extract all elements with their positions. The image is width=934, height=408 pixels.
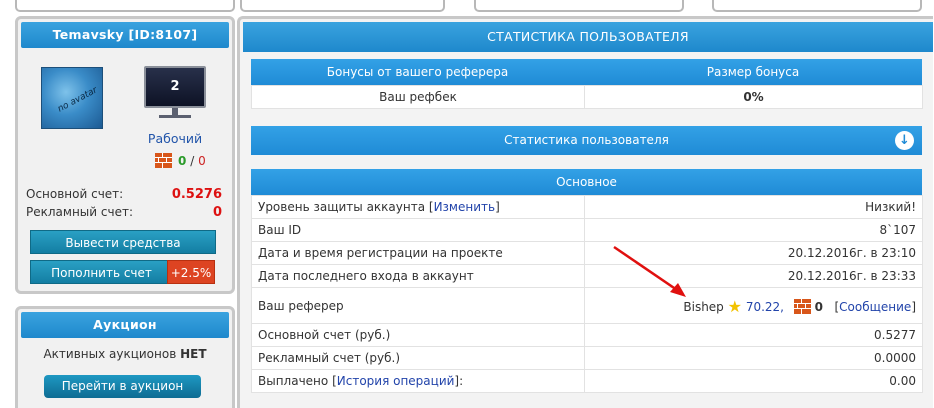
main-account-row: Основной счет: 0.5276 bbox=[26, 187, 222, 202]
avatar-caption: no avatar bbox=[56, 85, 99, 115]
last-login-label: Дата последнего входа в аккаунт bbox=[251, 264, 585, 288]
auction-header: Аукцион bbox=[21, 312, 229, 338]
main-account-label: Основной счет: bbox=[26, 187, 124, 201]
ad-acc-label: Рекламный счет (руб.) bbox=[251, 346, 585, 370]
top-stub-4 bbox=[712, 0, 922, 12]
ad-acc-value: 0.0000 bbox=[584, 346, 923, 370]
brick-counts: 0 / 0 bbox=[178, 154, 206, 168]
main-account-value: 0.5276 bbox=[171, 187, 222, 202]
ad-account-value: 0 bbox=[212, 205, 222, 220]
id-label: Ваш ID bbox=[251, 218, 585, 242]
table-row: Рекламный счет (руб.) 0.0000 bbox=[251, 346, 923, 370]
refback-value: 0% bbox=[584, 85, 923, 109]
bonus-col1: Бонусы от вашего реферера bbox=[326, 65, 509, 79]
bricks-green: 0 bbox=[178, 154, 187, 168]
top-stub-2 bbox=[240, 0, 445, 12]
stats-panel-title: СТАТИСТИКА ПОЛЬЗОВАТЕЛЯ bbox=[243, 22, 933, 52]
top-stub-3 bbox=[474, 0, 684, 12]
referrer-name[interactable]: Bishep bbox=[683, 300, 723, 314]
reg-label: Дата и время регистрации на проекте bbox=[251, 241, 585, 265]
table-row: Ваш рефбек 0% bbox=[251, 85, 923, 109]
brick-icon bbox=[155, 153, 172, 168]
topup-button[interactable]: Пополнить счет bbox=[30, 260, 173, 284]
star-icon: ★ bbox=[727, 297, 742, 316]
referrer-cell: Bishep ★ 70.22, 0 [Сообщение] bbox=[584, 287, 923, 324]
table-row: Дата и время регистрации на проекте 20.1… bbox=[251, 241, 923, 265]
brick-icon bbox=[793, 299, 811, 314]
refback-label: Ваш рефбек bbox=[251, 85, 585, 109]
arrow-down-icon[interactable]: ↓ bbox=[895, 131, 914, 150]
history-link[interactable]: История операций bbox=[337, 374, 455, 388]
security-value: Низкий! bbox=[584, 195, 923, 219]
main-acc-value: 0.5277 bbox=[584, 323, 923, 347]
go-to-auction-button[interactable]: Перейти в аукцион bbox=[44, 375, 201, 398]
user-panel: Temavsky [ID:8107] no avatar 2 Рабочий 0… bbox=[15, 16, 235, 294]
monitor-icon: 2 bbox=[144, 66, 206, 108]
referrer-bricks: 0 bbox=[814, 300, 823, 314]
bonus-header-row: Бонусы от вашего реферера Размер бонуса bbox=[251, 59, 922, 85]
ad-account-row: Рекламный счет: 0 bbox=[26, 205, 222, 220]
top-stub-1 bbox=[15, 0, 235, 12]
security-label: Уровень защиты аккаунта bbox=[258, 200, 426, 214]
stats-panel: СТАТИСТИКА ПОЛЬЗОВАТЕЛЯ Бонусы от вашего… bbox=[237, 16, 933, 408]
withdraw-button[interactable]: Вывести средства bbox=[30, 230, 216, 254]
referrer-rating: 70.22, bbox=[745, 300, 784, 314]
table-row: Выплачено [История операций]: 0.00 bbox=[251, 369, 923, 393]
reg-value: 20.12.2016г. в 23:10 bbox=[584, 241, 923, 265]
active-auctions-value: НЕТ bbox=[180, 347, 207, 361]
monitor-stand bbox=[159, 108, 191, 118]
referrer-message-link[interactable]: Сообщение bbox=[839, 300, 911, 314]
topup-bonus-badge[interactable]: +2.5% bbox=[167, 260, 215, 284]
paid-cell: Выплачено [История операций]: bbox=[251, 369, 585, 393]
active-auctions: Активных аукционов НЕТ bbox=[21, 347, 229, 361]
id-value: 8`107 bbox=[584, 218, 923, 242]
stats-toggle-label: Статистика пользователя bbox=[504, 133, 669, 147]
stats-toggle-bar[interactable]: Статистика пользователя ↓ bbox=[251, 126, 922, 155]
paid-label: Выплачено bbox=[258, 374, 329, 388]
bricks-separator: / bbox=[190, 154, 195, 168]
user-status: Рабочий bbox=[147, 131, 203, 146]
bricks-red: 0 bbox=[198, 154, 206, 168]
table-row: Основной счет (руб.) 0.5277 bbox=[251, 323, 923, 347]
security-change-link[interactable]: Изменить bbox=[434, 200, 496, 214]
section-main-header: Основное bbox=[251, 169, 922, 195]
monitor-number: 2 bbox=[170, 79, 180, 94]
section-main-title: Основное bbox=[556, 175, 617, 189]
main-stats-table: Уровень защиты аккаунта [Изменить] Низки… bbox=[251, 195, 923, 393]
main-acc-label: Основной счет (руб.) bbox=[251, 323, 585, 347]
avatar[interactable]: no avatar bbox=[41, 67, 103, 129]
last-login-value: 20.12.2016г. в 23:33 bbox=[584, 264, 923, 288]
table-row: Ваш реферер Bishep ★ 70.22, 0 [Сообщение… bbox=[251, 287, 923, 324]
user-name-header: Temavsky [ID:8107] bbox=[21, 22, 229, 48]
table-row: Дата последнего входа в аккаунт 20.12.20… bbox=[251, 264, 923, 288]
bonus-col2: Размер бонуса bbox=[706, 65, 800, 79]
table-row: Уровень защиты аккаунта [Изменить] Низки… bbox=[251, 195, 923, 219]
referrer-label: Ваш реферер bbox=[251, 287, 585, 324]
bonus-table: Ваш рефбек 0% bbox=[251, 85, 923, 109]
security-cell: Уровень защиты аккаунта [Изменить] bbox=[251, 195, 585, 219]
table-row: Ваш ID 8`107 bbox=[251, 218, 923, 242]
ad-account-label: Рекламный счет: bbox=[26, 205, 133, 219]
paid-value: 0.00 bbox=[584, 369, 923, 393]
active-auctions-label: Активных аукционов bbox=[43, 347, 177, 361]
